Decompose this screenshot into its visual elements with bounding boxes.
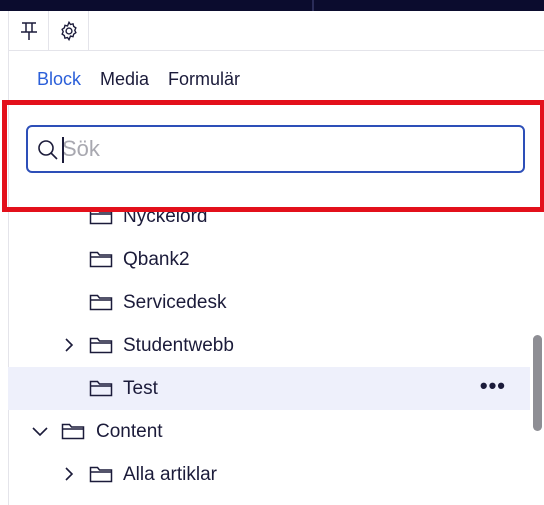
tab-block[interactable]: Block — [37, 68, 81, 92]
folder-icon — [89, 466, 113, 483]
chevron-down-icon[interactable] — [32, 423, 48, 439]
tree-item-nyckelord[interactable]: Nyckelord — [8, 195, 530, 238]
tree-item-label: Qbank2 — [123, 249, 190, 270]
chevron-right-icon[interactable] — [61, 337, 77, 353]
search-icon — [38, 140, 58, 160]
tree-item-test[interactable]: Test ••• — [8, 367, 530, 410]
folder-icon — [89, 208, 113, 225]
chevron-right-icon[interactable] — [61, 466, 77, 482]
search-input[interactable] — [62, 133, 512, 165]
top-bar-divider — [312, 0, 314, 11]
tree-item-studentwebb[interactable]: Studentwebb — [8, 324, 530, 367]
tree-item-label: Alla artiklar — [123, 464, 217, 485]
tree-item-servicedesk[interactable]: Servicedesk — [8, 281, 530, 324]
pin-button[interactable] — [9, 11, 49, 50]
folder-icon — [61, 423, 85, 440]
folder-icon — [89, 294, 113, 311]
pin-icon — [20, 21, 37, 40]
search-box[interactable] — [26, 125, 525, 173]
tree-item-content[interactable]: Content — [8, 410, 530, 453]
tree-item-alla-artiklar[interactable]: Alla artiklar — [8, 453, 530, 496]
tab-formular[interactable]: Formulär — [168, 68, 240, 92]
top-bar — [0, 0, 544, 11]
folder-icon — [89, 251, 113, 268]
tree-item-label: Test — [123, 378, 158, 399]
text-caret — [62, 137, 64, 163]
tree-item-qbank2[interactable]: Qbank2 — [8, 238, 530, 281]
more-actions-button[interactable]: ••• — [480, 375, 506, 397]
tree-item-label: Studentwebb — [123, 335, 234, 356]
gear-icon — [60, 20, 77, 41]
scrollbar-thumb[interactable] — [533, 335, 542, 431]
folder-icon — [89, 380, 113, 397]
tree-item-label: Nyckelord — [123, 206, 208, 227]
tree-item-label: Content — [96, 421, 163, 442]
panel-toolbar — [8, 11, 544, 51]
content-tabs: Block Media Formulär — [37, 68, 259, 92]
tab-media[interactable]: Media — [100, 68, 149, 92]
tree-item-label: Servicedesk — [123, 292, 227, 313]
settings-button[interactable] — [49, 11, 89, 50]
folder-icon — [89, 337, 113, 354]
